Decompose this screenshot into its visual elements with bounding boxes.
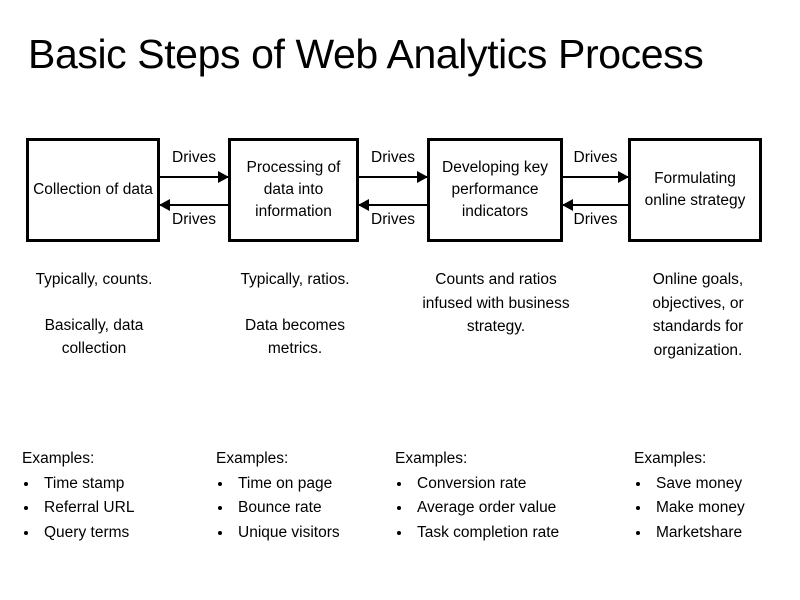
- list-item-label: Conversion rate: [417, 474, 527, 492]
- list-item-label: Marketshare: [656, 523, 743, 541]
- examples-heading: Examples:: [634, 450, 707, 467]
- examples-column-4: Examples: Save money Make money Marketsh…: [634, 450, 800, 548]
- list-item: Average order value: [395, 499, 625, 518]
- bullet-icon: [218, 530, 222, 535]
- list-item: Unique visitors: [216, 524, 406, 543]
- description-column-2: Typically, ratios. Data becomes metrics.: [222, 268, 368, 361]
- examples-column-1: Examples: Time stamp Referral URL Query …: [22, 450, 212, 548]
- description-part-b: Basically, data collection: [44, 316, 144, 358]
- list-item: Make money: [634, 499, 800, 518]
- description-column-3: Counts and ratios infused with business …: [420, 268, 572, 339]
- list-item-label: Query terms: [44, 523, 130, 541]
- bullet-icon: [24, 530, 28, 535]
- list-item: Task completion rate: [395, 524, 625, 543]
- list-item-label: Unique visitors: [238, 523, 340, 541]
- examples-heading: Examples:: [216, 450, 289, 467]
- examples-row: Examples: Time stamp Referral URL Query …: [0, 450, 800, 560]
- process-box-collection-of-data[interactable]: Collection of data: [26, 138, 160, 242]
- list-item: Conversion rate: [395, 475, 625, 494]
- examples-list: Save money Make money Marketshare: [634, 475, 800, 543]
- bullet-icon: [636, 481, 640, 486]
- bullet-icon: [218, 481, 222, 486]
- arrow-line-backward: [160, 204, 228, 206]
- list-item-label: Task completion rate: [417, 523, 560, 541]
- list-item-label: Save money: [656, 474, 743, 492]
- list-item-label: Bounce rate: [238, 499, 322, 517]
- connector-box2-box3: Drives Drives: [358, 136, 428, 246]
- list-item-label: Make money: [656, 499, 745, 517]
- process-box-label: Collection of data: [33, 181, 153, 198]
- connector-box1-box2: Drives Drives: [159, 136, 229, 246]
- list-item: Save money: [634, 475, 800, 494]
- list-item-label: Time stamp: [44, 474, 125, 492]
- description-part-a: Counts and ratios infused with business …: [422, 271, 570, 336]
- bullet-icon: [24, 506, 28, 511]
- connector-backward-label: Drives: [573, 211, 618, 228]
- list-item: Marketshare: [634, 524, 800, 543]
- process-flow-diagram: Collection of data Drives Drives Process…: [0, 136, 800, 246]
- connector-box3-box4: Drives Drives: [562, 136, 629, 246]
- process-box-processing-of-data-into-information[interactable]: Processing of data into information: [228, 138, 359, 242]
- description-row: Typically, counts. Basically, data colle…: [0, 268, 800, 418]
- examples-column-2: Examples: Time on page Bounce rate Uniqu…: [216, 450, 406, 548]
- process-box-label: Processing of data into information: [246, 159, 341, 220]
- process-box-formulating-online-strategy[interactable]: Formulating online strategy: [628, 138, 762, 242]
- arrow-line-backward: [359, 204, 427, 206]
- list-item-label: Time on page: [238, 474, 333, 492]
- description-part-a: Typically, ratios.: [240, 271, 350, 288]
- list-item: Referral URL: [22, 499, 212, 518]
- page-title: Basic Steps of Web Analytics Process: [28, 31, 704, 77]
- description-column-1: Typically, counts. Basically, data colle…: [20, 268, 168, 361]
- examples-list: Time on page Bounce rate Unique visitors: [216, 475, 406, 543]
- list-item: Time on page: [216, 475, 406, 494]
- connector-forward-label: Drives: [371, 149, 415, 166]
- description-part-b: Data becomes metrics.: [245, 316, 345, 358]
- connector-forward-label: Drives: [172, 149, 216, 166]
- process-box-developing-key-performance-indicators[interactable]: Developing key performance indicators: [427, 138, 563, 242]
- arrow-left-icon: [358, 198, 369, 211]
- bullet-icon: [397, 530, 401, 535]
- arrow-left-icon: [159, 198, 170, 211]
- examples-list: Conversion rate Average order value Task…: [395, 475, 625, 543]
- bullet-icon: [397, 481, 401, 486]
- connector-forward-label: Drives: [573, 149, 618, 166]
- list-item: Time stamp: [22, 475, 212, 494]
- examples-list: Time stamp Referral URL Query terms: [22, 475, 212, 543]
- connector-backward-label: Drives: [172, 211, 216, 228]
- list-item: Query terms: [22, 524, 212, 543]
- process-box-label: Formulating online strategy: [644, 170, 746, 209]
- examples-column-3: Examples: Conversion rate Average order …: [395, 450, 625, 548]
- connector-backward-label: Drives: [371, 211, 415, 228]
- description-part-a: Typically, counts.: [35, 271, 153, 288]
- bullet-icon: [218, 506, 222, 511]
- bullet-icon: [397, 506, 401, 511]
- description-part-a: Online goals, objectives, or standards f…: [652, 271, 744, 359]
- bullet-icon: [636, 506, 640, 511]
- examples-heading: Examples:: [395, 450, 468, 467]
- list-item-label: Average order value: [417, 499, 557, 517]
- list-item: Bounce rate: [216, 499, 406, 518]
- bullet-icon: [636, 530, 640, 535]
- examples-heading: Examples:: [22, 450, 95, 467]
- process-box-label: Developing key performance indicators: [442, 159, 548, 220]
- bullet-icon: [24, 481, 28, 486]
- description-column-4: Online goals, objectives, or standards f…: [622, 268, 774, 362]
- arrow-left-icon: [562, 198, 573, 211]
- list-item-label: Referral URL: [44, 499, 135, 517]
